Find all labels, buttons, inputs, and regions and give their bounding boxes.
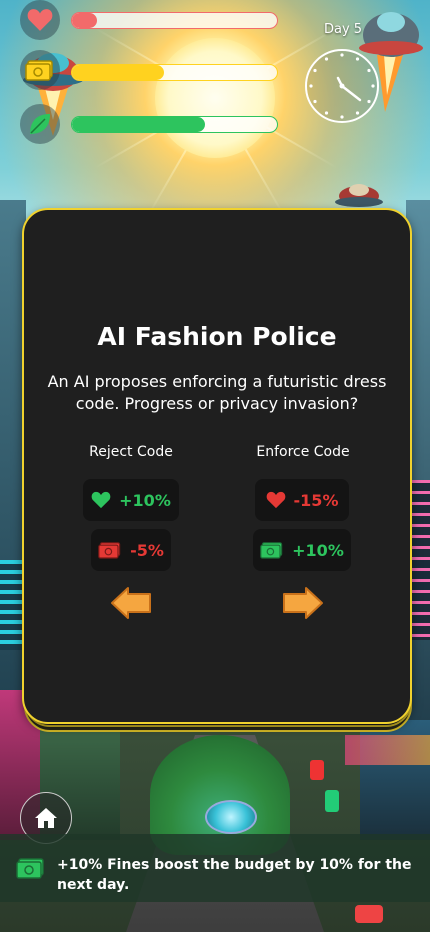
effect-badge: -5% <box>91 529 171 571</box>
fountain <box>205 800 257 834</box>
money-icon <box>20 50 60 90</box>
environment-bar-fill <box>72 117 206 132</box>
money-icon <box>260 542 283 559</box>
effect-value: +10% <box>292 540 344 560</box>
budget-bar-fill <box>72 65 165 80</box>
toast-message: +10% Fines boost the budget by 10% for t… <box>57 857 412 893</box>
health-bar <box>71 12 278 29</box>
effect-value: +10% <box>119 490 171 510</box>
budget-bar <box>71 64 278 81</box>
neon-sign <box>345 735 430 765</box>
stat-row-environment <box>20 104 60 144</box>
environment-bar <box>71 116 278 133</box>
heart-icon <box>20 0 60 40</box>
swipe-left-arrow-icon[interactable] <box>110 586 154 620</box>
card-title: AI Fashion Police <box>97 322 337 351</box>
clock-icon <box>305 49 379 123</box>
car <box>355 905 383 923</box>
option-label-enforce: Enforce Code <box>256 444 350 460</box>
sun <box>155 38 275 158</box>
home-icon <box>35 808 57 828</box>
effect-badge: -15% <box>255 479 349 521</box>
heart-icon <box>91 491 111 509</box>
effect-badge: +10% <box>83 479 179 521</box>
stat-row-health <box>20 0 60 40</box>
day-counter: Day 5 <box>324 22 363 37</box>
decision-card[interactable]: AI Fashion Police An AI proposes enforci… <box>22 208 412 724</box>
card-description: An AI proposes enforcing a futuristic dr… <box>47 372 387 413</box>
effect-value: -15% <box>293 490 339 510</box>
leaf-icon <box>20 104 60 144</box>
car <box>310 760 324 780</box>
money-icon <box>16 858 44 879</box>
option-label-reject: Reject Code <box>89 444 173 460</box>
car <box>325 790 339 812</box>
building-windows <box>0 560 24 650</box>
flying-ship <box>335 184 383 207</box>
swipe-right-arrow-icon[interactable] <box>280 586 324 620</box>
money-icon <box>98 542 121 559</box>
heart-icon <box>266 491 285 509</box>
effect-badge: +10% <box>253 529 351 571</box>
effect-value: -5% <box>130 540 164 560</box>
health-bar-fill <box>72 13 97 28</box>
stat-row-budget <box>20 50 60 90</box>
